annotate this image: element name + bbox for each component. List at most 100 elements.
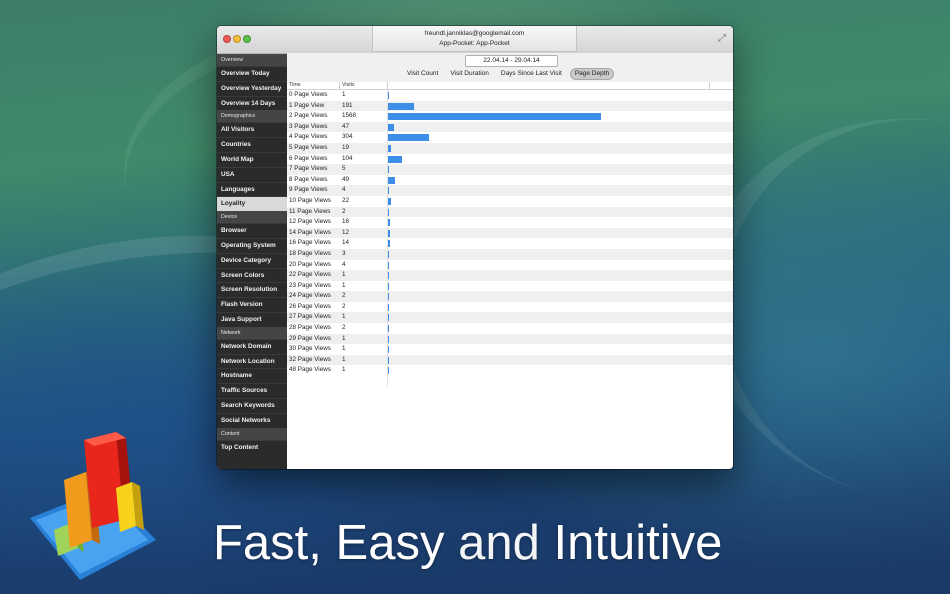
- sidebar-item-operating-system[interactable]: Operating System: [217, 237, 287, 253]
- row-label: 11 Page Views: [289, 207, 331, 215]
- visits-bar: [388, 282, 389, 290]
- sidebar-item-network-domain[interactable]: Network Domain: [217, 338, 287, 354]
- sidebar-item-browser[interactable]: Browser: [217, 223, 287, 238]
- row-visits: 1: [342, 355, 346, 363]
- table-row[interactable]: 20 Page Views 4: [287, 260, 733, 271]
- sidebar-item-java-support[interactable]: Java Support: [217, 311, 287, 327]
- sidebar-item-overview-14-days[interactable]: Overview 14 Days: [217, 95, 287, 111]
- row-visits: 304: [342, 133, 353, 141]
- row-visits: 12: [342, 228, 350, 236]
- visits-bar: [388, 155, 403, 163]
- tab-days-since-last-visit[interactable]: Days Since Last Visit: [497, 68, 566, 80]
- tab-visit-count[interactable]: Visit Count: [403, 68, 442, 80]
- table-row[interactable]: 5 Page Views 19: [287, 142, 733, 154]
- visits-bar: [388, 229, 390, 237]
- table-row[interactable]: 30 Page Views 1: [287, 344, 733, 355]
- table-row[interactable]: 8 Page Views 49: [287, 175, 733, 186]
- tab-page-depth[interactable]: Page Depth: [569, 68, 615, 80]
- visits-bar: [388, 176, 395, 184]
- table-row[interactable]: 28 Page Views 2: [287, 323, 733, 334]
- visits-bar: [388, 123, 395, 131]
- column-divider: [387, 82, 388, 89]
- tab-visit-duration[interactable]: Visit Duration: [446, 68, 493, 80]
- table-row[interactable]: 22 Page Views 1: [287, 270, 733, 281]
- table-row[interactable]: 29 Page Views 1: [287, 333, 733, 345]
- row-label: 2 Page Views: [289, 112, 328, 120]
- tagline-part-2: and: [458, 516, 540, 570]
- app-window: freundt.janniklas@googlemail.com App-Poc…: [217, 26, 733, 469]
- table-row[interactable]: 12 Page Views 16: [287, 217, 733, 228]
- table-row[interactable]: 1 Page View 191: [287, 100, 733, 112]
- sidebar-item-flash-version[interactable]: Flash Version: [217, 297, 287, 312]
- row-visits: 1: [342, 91, 346, 98]
- table-row[interactable]: 14 Page Views 12: [287, 227, 733, 239]
- table-row[interactable]: 2 Page Views 1568: [287, 111, 733, 122]
- sidebar-item-countries[interactable]: Countries: [217, 137, 287, 152]
- sidebar-item-usa[interactable]: USA: [217, 166, 287, 182]
- sidebar-item-hostname[interactable]: Hostname: [217, 368, 287, 383]
- row-label: 12 Page Views: [289, 218, 331, 226]
- app-name: App-Pocket: App-Pocket: [439, 40, 510, 47]
- column-header-time[interactable]: Time: [289, 82, 301, 89]
- table-row[interactable]: 18 Page Views 3: [287, 248, 733, 260]
- sidebar-item-network-location[interactable]: Network Location: [217, 353, 287, 369]
- row-visits: 22: [342, 196, 350, 204]
- zoom-window-icon[interactable]: [243, 35, 251, 43]
- sidebar: Overview Overview Today Overview Yesterday…: [217, 54, 287, 469]
- date-range-field[interactable]: 22.04.14 - 29.04.14: [465, 55, 558, 67]
- table-row[interactable]: 24 Page Views 2: [287, 291, 733, 302]
- row-label: 29 Page Views: [289, 334, 331, 342]
- row-label: 6 Page Views: [289, 154, 328, 162]
- table-row[interactable]: 11 Page Views 2: [287, 206, 733, 218]
- sidebar-item-overview-yesterday[interactable]: Overview Yesterday: [217, 80, 287, 96]
- sidebar-item-device-category[interactable]: Device Category: [217, 252, 287, 268]
- table-row[interactable]: 3 Page Views 47: [287, 121, 733, 133]
- table-row[interactable]: 4 Page Views 304: [287, 132, 733, 143]
- sidebar-item-screen-colors[interactable]: Screen Colors: [217, 267, 287, 283]
- row-label: 1 Page View: [289, 101, 325, 109]
- row-label: 22 Page Views: [289, 271, 331, 279]
- row-label: 4 Page Views: [289, 133, 328, 141]
- table-row[interactable]: 48 Page Views 1: [287, 365, 733, 376]
- visits-bar: [388, 113, 601, 121]
- sidebar-item-loyality[interactable]: Loyality: [217, 196, 287, 212]
- table-row[interactable]: 7 Page Views 5: [287, 164, 733, 175]
- minimize-window-icon[interactable]: [233, 35, 241, 43]
- sidebar-item-search-keywords[interactable]: Search Keywords: [217, 397, 287, 413]
- table-row[interactable]: 9 Page Views 4: [287, 185, 733, 196]
- sidebar-item-screen-resolution[interactable]: Screen Resolution: [217, 282, 287, 297]
- sidebar-item-social-networks[interactable]: Social Networks: [217, 412, 287, 428]
- column-divider: [339, 82, 340, 89]
- row-visits: 1: [342, 271, 346, 279]
- row-label: 23 Page Views: [289, 281, 331, 289]
- table-row[interactable]: 10 Page Views 22: [287, 196, 733, 207]
- row-visits: 49: [342, 175, 350, 183]
- fullscreen-icon[interactable]: ⤢: [718, 33, 726, 44]
- table-row[interactable]: 16 Page Views 14: [287, 238, 733, 249]
- row-label: 24 Page Views: [289, 292, 331, 300]
- sidebar-section-header: Demographics: [217, 110, 287, 123]
- sidebar-item-traffic-sources[interactable]: Traffic Sources: [217, 383, 287, 398]
- row-label: 3 Page Views: [289, 122, 328, 130]
- column-divider: [709, 82, 710, 89]
- close-window-icon[interactable]: [223, 35, 231, 43]
- sidebar-item-top-content[interactable]: Top Content: [217, 439, 287, 455]
- row-label: 8 Page Views: [289, 175, 328, 183]
- row-visits: 47: [342, 122, 350, 130]
- table-row[interactable]: 32 Page Views 1: [287, 354, 733, 366]
- sidebar-item-languages[interactable]: Languages: [217, 181, 287, 197]
- sidebar-item-all-visitors[interactable]: All Visitors: [217, 122, 287, 137]
- sidebar-item-world-map[interactable]: World Map: [217, 151, 287, 167]
- table-row[interactable]: 23 Page Views 1: [287, 281, 733, 292]
- table-row[interactable]: 6 Page Views 104: [287, 154, 733, 165]
- table-row[interactable]: 0 Page Views 1: [287, 90, 733, 101]
- table-row[interactable]: 27 Page Views 1: [287, 312, 733, 324]
- table-row[interactable]: 26 Page Views 2: [287, 302, 733, 313]
- row-visits: 5: [342, 165, 346, 173]
- visits-bar: [388, 325, 389, 333]
- visits-bar: [388, 240, 390, 248]
- column-header-visits[interactable]: Visits: [342, 82, 355, 89]
- row-visits: 104: [342, 154, 353, 162]
- sidebar-item-overview-today[interactable]: Overview Today: [217, 66, 287, 81]
- row-label: 10 Page Views: [289, 196, 331, 204]
